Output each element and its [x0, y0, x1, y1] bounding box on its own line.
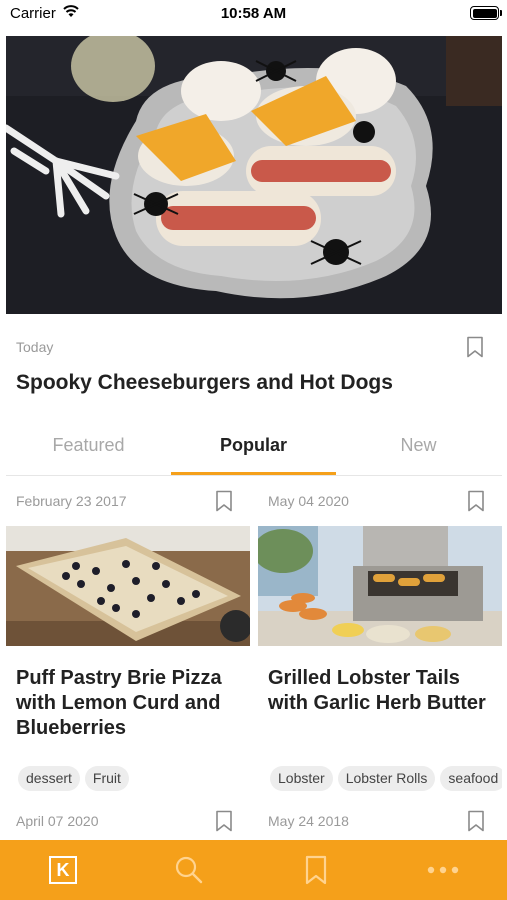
status-bar: Carrier 10:58 AM	[0, 0, 507, 30]
hero-date: Today	[16, 339, 54, 355]
active-tab-indicator	[171, 472, 336, 475]
recipe-card[interactable]: May 04 2020 Grilled Lobster Tails with G…	[258, 486, 502, 836]
hero-title[interactable]: Spooky Cheeseburgers and Hot Dogs	[16, 371, 476, 395]
card-tags: dessert Fruit	[18, 766, 250, 792]
lobster-grill-photo	[258, 526, 502, 646]
hero-bookmark-icon[interactable]	[466, 336, 484, 358]
bookmark-icon[interactable]	[467, 810, 485, 832]
bookmark-icon[interactable]	[215, 490, 233, 512]
clock: 10:58 AM	[220, 5, 287, 22]
bookmark-icon[interactable]	[467, 490, 485, 512]
hero-image[interactable]	[6, 36, 502, 314]
recipe-card[interactable]: February 23 2017 Puff Pastry Brie Pizza …	[6, 486, 250, 836]
card-title[interactable]: Grilled Lobster Tails with Garlic Herb B…	[268, 666, 498, 716]
bookmark-icon[interactable]	[215, 810, 233, 832]
tab-new[interactable]: New	[336, 424, 501, 476]
home-logo-icon: K	[49, 856, 77, 884]
tag-chip[interactable]: Lobster Rolls	[337, 766, 436, 791]
tab-bar-bookmarks[interactable]	[253, 840, 379, 900]
halloween-burgers-photo	[6, 36, 502, 314]
more-icon	[427, 866, 459, 874]
bookmark-icon	[305, 855, 327, 885]
tab-bar-search[interactable]	[126, 840, 252, 900]
card-image[interactable]	[258, 526, 502, 646]
tab-featured[interactable]: Featured	[6, 424, 171, 476]
tag-chip[interactable]: Fruit	[84, 766, 129, 791]
card-date: May 24 2018	[268, 813, 349, 829]
card-date: April 07 2020	[16, 813, 99, 829]
home-logo-letter: K	[56, 859, 70, 880]
tag-chip[interactable]: seafood	[440, 766, 502, 791]
card-date: February 23 2017	[16, 493, 127, 509]
battery-icon	[470, 6, 499, 20]
card-title[interactable]: Puff Pastry Brie Pizza with Lemon Curd a…	[16, 666, 246, 741]
search-icon	[175, 856, 203, 884]
tab-popular[interactable]: Popular	[171, 424, 336, 476]
battery-cap	[500, 10, 502, 16]
bottom-tab-bar: K	[0, 840, 507, 900]
tag-chip[interactable]: dessert	[18, 766, 80, 791]
card-date: May 04 2020	[268, 493, 349, 509]
category-tabs: Featured Popular New	[6, 424, 502, 476]
blueberry-pizza-photo	[6, 526, 250, 646]
card-tags: Lobster Lobster Rolls seafood	[270, 766, 502, 792]
tab-bar-home[interactable]: K	[0, 840, 126, 900]
tab-bar-more[interactable]	[380, 840, 506, 900]
tag-chip[interactable]: Lobster	[270, 766, 333, 791]
card-image[interactable]	[6, 526, 250, 646]
